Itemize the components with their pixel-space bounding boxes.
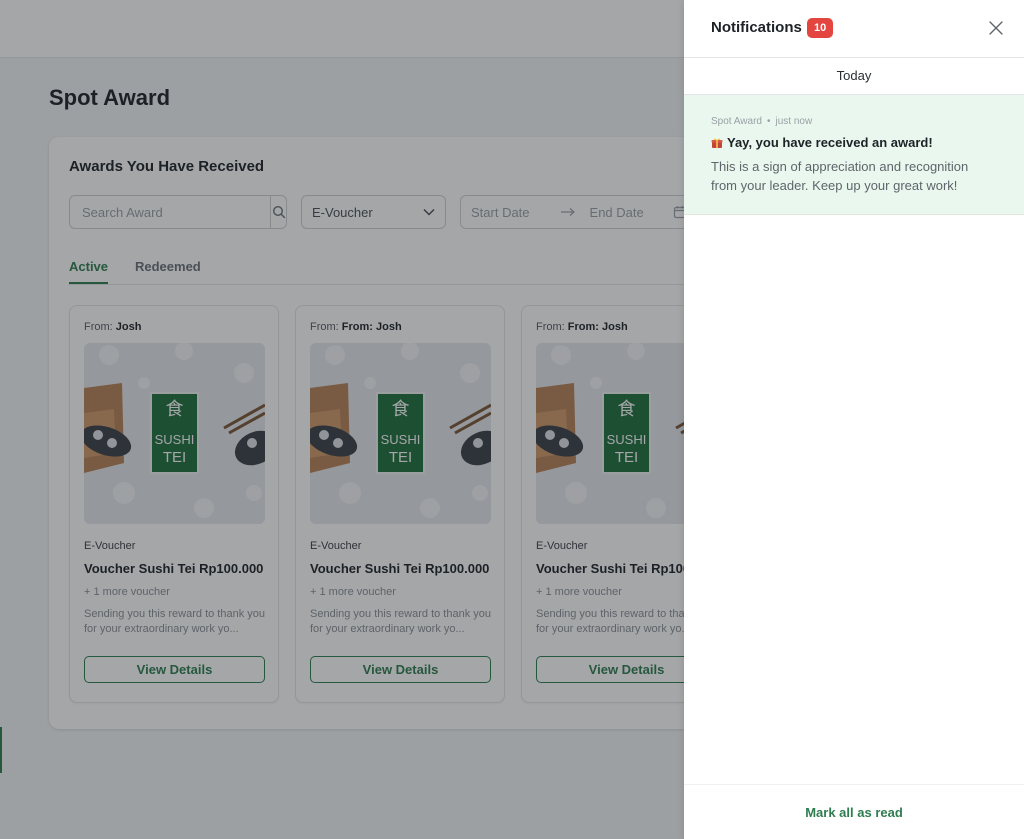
- meta-separator: •: [766, 116, 771, 127]
- notification-headline: Yay, you have received an award!: [711, 135, 933, 150]
- modal-backdrop[interactable]: [0, 0, 684, 839]
- notification-title: Yay, you have received an award!: [727, 135, 933, 150]
- notification-body: This is a sign of appreciation and recog…: [711, 159, 969, 193]
- notifications-drawer: Notifications 10 Today Spot Award • just n…: [684, 0, 1024, 839]
- notification-meta: Spot Award • just now: [711, 116, 812, 127]
- close-button[interactable]: [986, 18, 1006, 38]
- notification-source: Spot Award: [711, 116, 762, 127]
- notification-time: just now: [775, 116, 813, 127]
- drawer-header: Notifications 10: [684, 0, 1024, 58]
- gift-icon: [711, 137, 723, 149]
- close-icon: [989, 21, 1003, 35]
- notification-count-badge: 10: [807, 18, 834, 38]
- drawer-title: Notifications: [711, 19, 802, 36]
- mark-all-read-button[interactable]: Mark all as read: [684, 785, 1024, 839]
- drawer-footer: Mark all as read: [684, 784, 1024, 839]
- notification-item[interactable]: Spot Award • just now Yay, you have receiv…: [684, 95, 1024, 215]
- day-group-label: Today: [684, 58, 1024, 95]
